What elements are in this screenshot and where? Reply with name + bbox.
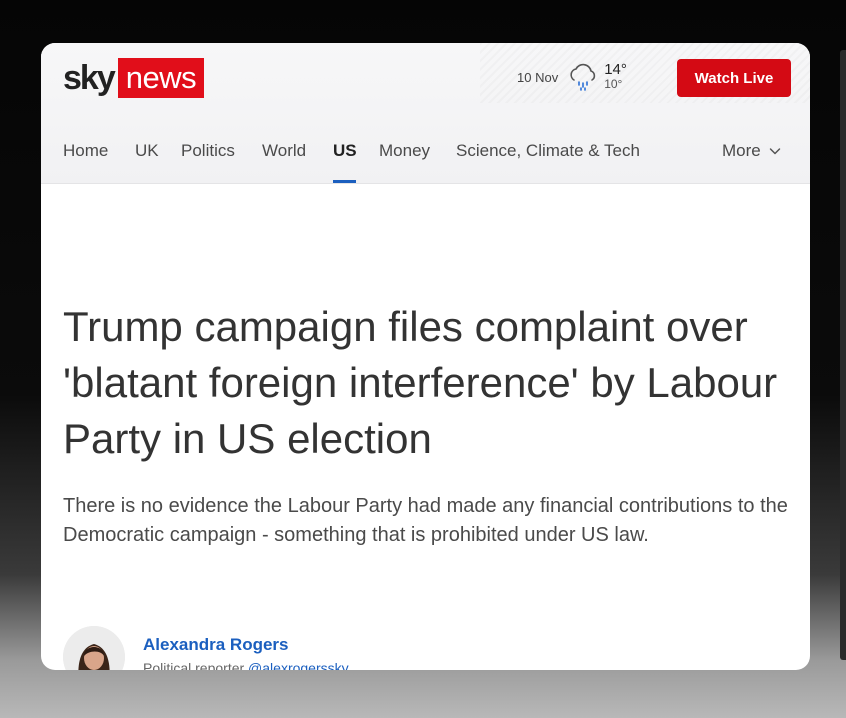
temperature-low: 10°: [604, 77, 623, 91]
logo-news-text: news: [117, 58, 205, 98]
author-photo: [63, 626, 125, 670]
sky-news-logo[interactable]: sky news: [63, 58, 205, 98]
author-byline: Political reporter @alexrogerssky: [143, 660, 349, 670]
weather-widget[interactable]: 10 Nov 14° 10°: [517, 55, 657, 99]
author-name-link[interactable]: Alexandra Rogers: [143, 635, 289, 655]
weather-date: 10 Nov: [517, 69, 559, 85]
nav-more-menu[interactable]: More: [722, 141, 781, 161]
article-card: sky news 10 Nov 14° 10° Watch Live Home …: [41, 43, 810, 670]
rain-cloud-icon: [570, 63, 596, 91]
author-avatar[interactable]: [63, 626, 125, 670]
nav-world[interactable]: World: [262, 141, 306, 161]
nav-politics[interactable]: Politics: [181, 141, 235, 161]
nav-science-climate-tech[interactable]: Science, Climate & Tech: [456, 141, 640, 161]
article-standfirst: There is no evidence the Labour Party ha…: [63, 495, 788, 546]
nav-active-indicator: [333, 180, 356, 183]
nav-more-label: More: [722, 141, 761, 160]
logo-sky-text: sky: [63, 59, 116, 97]
weather-temperatures: 14° 10°: [604, 61, 627, 91]
background-edge: [840, 50, 846, 660]
author-twitter-handle[interactable]: @alexrogerssky: [248, 660, 349, 670]
author-role: Political reporter: [143, 660, 245, 670]
watch-live-button[interactable]: Watch Live: [677, 59, 791, 97]
article-headline: Trump campaign files complaint over 'bla…: [63, 303, 778, 462]
nav-uk[interactable]: UK: [135, 141, 159, 161]
nav-us[interactable]: US: [333, 141, 357, 161]
chevron-down-icon: [769, 148, 780, 155]
nav-home[interactable]: Home: [63, 141, 108, 161]
temperature-high: 14°: [604, 61, 627, 78]
nav-money[interactable]: Money: [379, 141, 430, 161]
site-header: sky news 10 Nov 14° 10° Watch Live Home …: [41, 43, 810, 184]
main-nav: Home UK Politics World US Money Science,…: [41, 129, 810, 183]
